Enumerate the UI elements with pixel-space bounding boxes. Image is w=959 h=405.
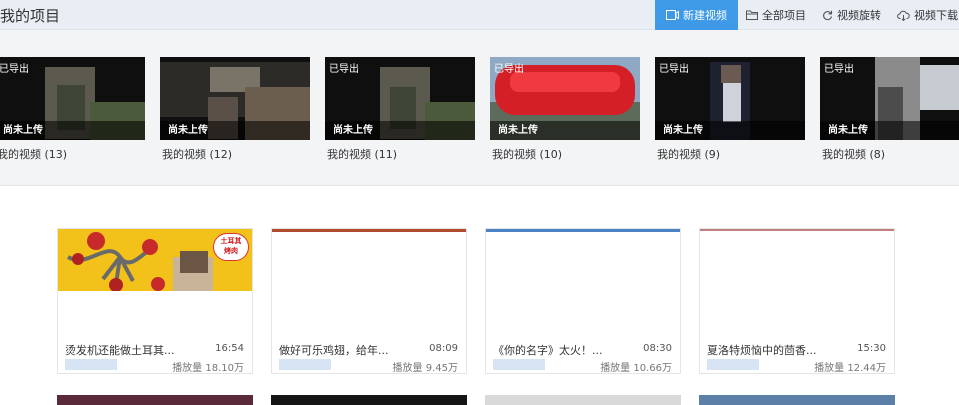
view-count: 播放量 9.45万 [392, 363, 458, 374]
video-duration: 16:54 [215, 343, 244, 354]
new-video-button[interactable]: 新建视频 [655, 0, 738, 30]
project-card[interactable]: 已导出 尚未上传 我的视频 (10) [490, 57, 640, 162]
author-avatar [279, 359, 331, 370]
project-name: 我的视频 (11) [327, 148, 398, 161]
project-thumbnail[interactable]: 已导出 尚未上传 [655, 57, 805, 140]
video-card[interactable]: 《你的名字》太火！... 08:30 播放量 10.66万 [485, 228, 681, 374]
video-thumbnail[interactable] [700, 229, 894, 336]
video-card[interactable] [271, 395, 467, 405]
upload-status: 尚未上传 [168, 125, 208, 136]
folder-icon [746, 10, 758, 20]
upload-status: 尚未上传 [828, 125, 868, 136]
project-card[interactable]: 已导出 尚未上传 我的视频 (9) [655, 57, 805, 162]
project-thumbnail[interactable]: 已导出 尚未上传 [820, 57, 959, 140]
project-name: 我的视频 (8) [822, 148, 886, 161]
exported-label: 已导出 [329, 64, 359, 75]
exported-label: 已导出 [0, 64, 29, 75]
project-name: 我的视频 (10) [492, 148, 563, 161]
video-thumbnail[interactable] [272, 229, 466, 336]
all-projects-button[interactable]: 全部项目 [738, 0, 814, 30]
video-download-button[interactable]: 视频下载 [889, 0, 959, 30]
project-thumbnail[interactable]: 已导出 尚未上传 [0, 57, 145, 140]
video-title: 夏洛特烦恼中的茴香... [707, 344, 817, 357]
project-thumbnail[interactable]: 已导出 尚未上传 [325, 57, 475, 140]
video-title: 烫发机还能做土耳其... [65, 344, 175, 357]
view-count: 播放量 18.10万 [172, 363, 244, 374]
page-title: 我的项目 [0, 7, 61, 25]
video-card[interactable] [57, 395, 253, 405]
video-card[interactable]: 夏洛特烦恼中的茴香... 15:30 播放量 12.44万 [699, 228, 895, 374]
project-card[interactable]: 已导出 尚未上传 我的视频 (8) [820, 57, 959, 162]
author-avatar [65, 359, 117, 370]
project-card[interactable]: 已导出 尚未上传 我的视频 (11) [325, 57, 475, 162]
rotate-icon [823, 10, 833, 20]
exported-label: 已导出 [494, 64, 524, 75]
upload-status: 尚未上传 [663, 125, 703, 136]
video-thumbnail[interactable]: 土耳其烤肉 [58, 229, 252, 336]
all-projects-label: 全部项目 [762, 9, 806, 22]
project-card[interactable]: 尚未上传 我的视频 (12) [160, 57, 310, 162]
video-card[interactable]: 做好可乐鸡翅，给年... 08:09 播放量 9.45万 [271, 228, 467, 374]
video-card[interactable] [485, 395, 681, 405]
upload-status: 尚未上传 [333, 125, 373, 136]
project-thumbnail[interactable]: 已导出 尚未上传 [490, 57, 640, 140]
video-title: 做好可乐鸡翅，给年... [279, 344, 389, 357]
view-count: 播放量 12.44万 [814, 363, 886, 374]
header: 我的项目 新建视频 全部项目 视频旋转 视频下载 [0, 0, 959, 30]
video-duration: 15:30 [857, 343, 886, 354]
project-name: 我的视频 (9) [657, 148, 721, 161]
video-duration: 08:09 [429, 343, 458, 354]
video-plus-icon [666, 10, 679, 20]
video-card[interactable] [699, 395, 895, 405]
video-duration: 08:30 [643, 343, 672, 354]
exported-label: 已导出 [824, 64, 854, 75]
project-card[interactable]: 已导出 尚未上传 我的视频 (13) [0, 57, 145, 162]
upload-status: 尚未上传 [498, 125, 538, 136]
exported-label: 已导出 [659, 64, 689, 75]
video-download-label: 视频下载 [914, 9, 958, 22]
author-avatar [707, 359, 759, 370]
video-title: 《你的名字》太火！... [493, 344, 603, 357]
video-rotate-label: 视频旋转 [837, 9, 881, 22]
view-count: 播放量 10.66万 [600, 363, 672, 374]
project-name: 我的视频 (12) [162, 148, 233, 161]
author-avatar [493, 359, 545, 370]
toolbar: 新建视频 全部项目 视频旋转 视频下载 [655, 0, 959, 30]
project-name: 我的视频 (13) [0, 148, 68, 161]
upload-status: 尚未上传 [3, 125, 43, 136]
video-thumbnail[interactable] [486, 229, 680, 336]
cloud-download-icon [897, 10, 910, 21]
video-grid: 土耳其烤肉 烫发机还能做土耳其... 16:54 播放量 18.10万 做好可乐… [0, 186, 959, 405]
project-strip: 已导出 尚未上传 我的视频 (13) 尚未上传 我的视频 (12) 已导出 尚未… [0, 30, 959, 186]
video-card[interactable]: 土耳其烤肉 烫发机还能做土耳其... 16:54 播放量 18.10万 [57, 228, 253, 374]
video-rotate-button[interactable]: 视频旋转 [814, 0, 889, 30]
project-thumbnail[interactable]: 尚未上传 [160, 57, 310, 140]
new-video-label: 新建视频 [683, 9, 727, 22]
badge-text: 土耳其烤肉 [220, 237, 242, 255]
